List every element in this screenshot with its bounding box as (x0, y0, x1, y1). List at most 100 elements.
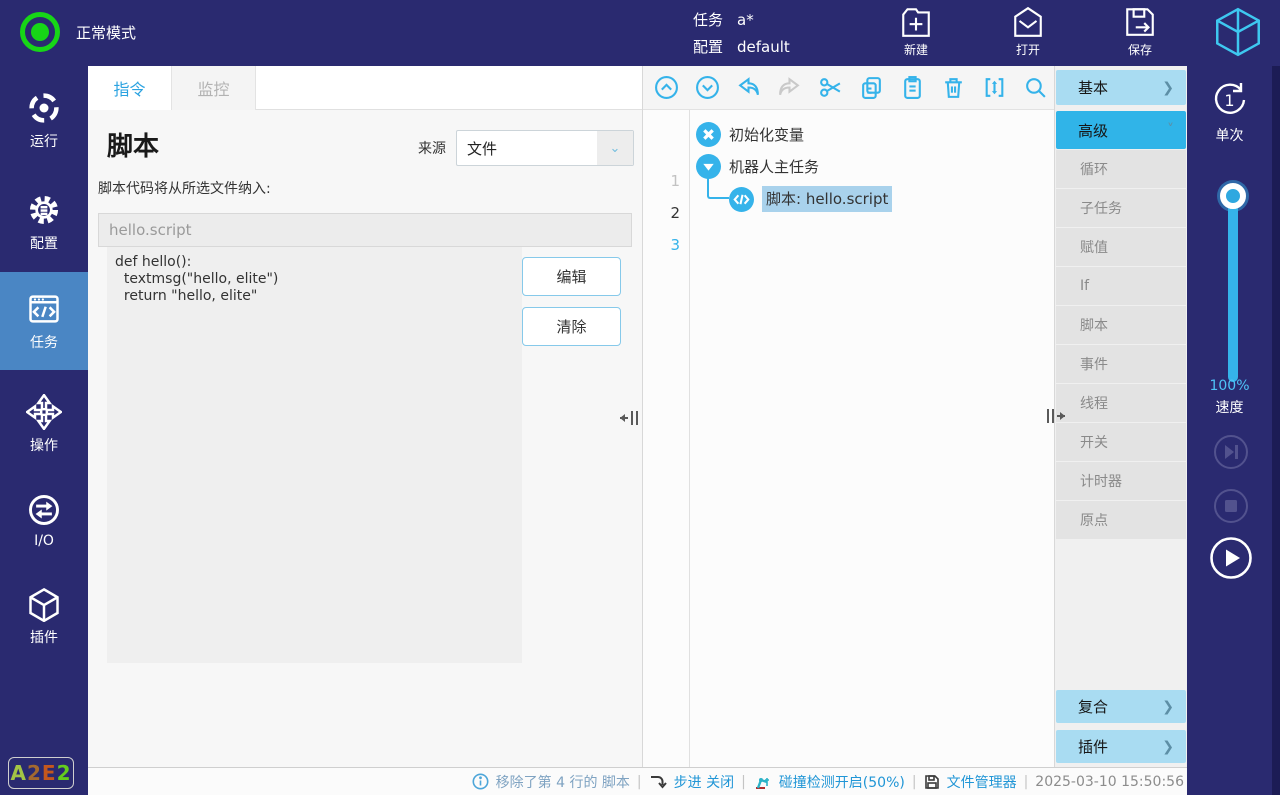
chevron-right-icon: ❯ (1162, 699, 1186, 715)
sidebar-item-io[interactable]: I/O (0, 478, 88, 562)
command-item-thread[interactable]: 线程 (1056, 384, 1186, 422)
edit-button[interactable]: 编辑 (522, 257, 621, 296)
app-root: 正常模式 任务 a* 配置 default 新建 打开 保存 (0, 0, 1280, 795)
command-item-event[interactable]: 事件 (1056, 345, 1186, 383)
badge-char: 2 (57, 761, 72, 785)
cut-button[interactable] (817, 75, 843, 101)
tree-node-label: 初始化变量 (729, 124, 804, 145)
speed-label: 速度 (1187, 397, 1272, 417)
tree-node-label: 机器人主任务 (729, 156, 819, 177)
code-line: textmsg("hello, elite") (115, 271, 514, 288)
sidebar-item-task[interactable]: 任务 (0, 272, 88, 370)
step-mode-status[interactable]: 步进 关闭 (674, 772, 734, 792)
task-code-window-icon (26, 291, 62, 327)
source-select[interactable]: 文件 ⌄ (456, 130, 634, 166)
stop-icon (1213, 488, 1249, 524)
chevron-down-icon: ˅ (1167, 122, 1186, 138)
divider: | (912, 774, 917, 790)
redo-icon (777, 75, 802, 100)
skip-next-icon (1213, 434, 1249, 470)
stop-button[interactable] (1213, 488, 1249, 524)
run-control-panel: 1 单次 100% 速度 (1187, 66, 1280, 795)
clear-button[interactable]: 清除 (522, 307, 621, 346)
new-task-button[interactable]: 新建 (880, 5, 952, 58)
collapse-left-panel-handle[interactable] (619, 408, 641, 428)
sidebar-item-run[interactable]: 运行 (0, 78, 88, 162)
info-icon (472, 773, 489, 790)
save-task-button[interactable]: 保存 (1104, 5, 1176, 58)
delete-button[interactable] (940, 75, 966, 101)
page-title: 脚本 (107, 126, 159, 163)
collapse-right-panel-handle[interactable] (1044, 406, 1066, 426)
task-value: a* (737, 11, 754, 29)
copy-button[interactable] (858, 75, 884, 101)
search-button[interactable] (1022, 75, 1048, 101)
collision-detect-status[interactable]: 碰撞检测开启(50%) (779, 772, 905, 792)
sidebar-item-plugin[interactable]: 插件 (0, 574, 88, 658)
group-composite[interactable]: 复合 ❯ (1056, 690, 1186, 723)
datetime-display: 2025-03-10 15:50:56 (1035, 774, 1184, 790)
status-bar: 移除了第 4 行的 脚本 | 步进 关闭 | 碰撞检测开启(50%) | 文件管… (88, 767, 1187, 795)
speed-percent: 100% (1187, 378, 1272, 394)
group-plugin[interactable]: 插件 ❯ (1056, 730, 1186, 763)
paste-button[interactable] (899, 75, 925, 101)
io-arrows-icon (26, 492, 62, 528)
panel-edge-strip (1272, 66, 1280, 795)
sidebar-item-operate[interactable]: 操作 (0, 382, 88, 466)
tree-node-label-selected: 脚本: hello.script (762, 186, 892, 212)
tree-connector-line (707, 171, 729, 199)
sidebar-item-label: 配置 (30, 233, 58, 253)
single-run-toggle[interactable]: 1 单次 (1187, 78, 1272, 145)
open-task-button[interactable]: 打开 (992, 5, 1064, 58)
command-item-assign[interactable]: 赋值 (1056, 228, 1186, 266)
command-item-loop[interactable]: 循环 (1056, 150, 1186, 188)
trash-icon (941, 75, 966, 100)
variable-init-icon (696, 122, 721, 147)
collapse-expand-button[interactable] (981, 75, 1007, 101)
new-task-label: 新建 (904, 41, 928, 58)
scissors-icon (818, 75, 843, 100)
speed-slider[interactable] (1228, 186, 1238, 382)
redo-button[interactable] (776, 75, 802, 101)
command-item-timer[interactable]: 计时器 (1056, 462, 1186, 500)
single-run-label: 单次 (1216, 125, 1244, 145)
command-panel: 基本 ❯ 高级 ˅ 循环 子任务 赋值 If 脚本 事件 线程 开关 计时器 原… (1055, 66, 1187, 767)
tree-node-script[interactable]: 脚本: hello.script (729, 186, 892, 212)
command-item-script[interactable]: 脚本 (1056, 306, 1186, 344)
group-basic[interactable]: 基本 ❯ (1056, 70, 1186, 105)
sidebar-item-label: I/O (34, 533, 54, 549)
top-bar: 正常模式 任务 a* 配置 default 新建 打开 保存 (0, 0, 1280, 66)
task-info: 任务 a* 配置 default (693, 6, 790, 60)
undo-button[interactable] (735, 75, 761, 101)
group-advanced[interactable]: 高级 ˅ (1056, 111, 1186, 149)
speed-slider-thumb[interactable] (1220, 183, 1246, 209)
tree-node-init-variables[interactable]: 初始化变量 (696, 122, 804, 147)
tab-monitor[interactable]: 监控 (172, 66, 256, 110)
config-label: 配置 (693, 36, 723, 57)
mode-label: 正常模式 (76, 22, 136, 43)
move-up-button[interactable] (653, 75, 679, 101)
status-green-light-icon (20, 12, 60, 52)
left-nav-sidebar: 运行 配置 任务 操作 I/O 插件 A 2 E 2 (0, 66, 88, 795)
badge-char: A (11, 761, 27, 785)
sidebar-item-config[interactable]: 配置 (0, 180, 88, 264)
command-item-if[interactable]: If (1056, 267, 1186, 305)
script-file-field[interactable]: hello.script (98, 213, 632, 247)
sidebar-item-label: 运行 (30, 131, 58, 151)
file-manager-link[interactable]: 文件管理器 (947, 772, 1017, 792)
command-item-home[interactable]: 原点 (1056, 501, 1186, 539)
command-item-subtask[interactable]: 子任务 (1056, 189, 1186, 227)
instruction-panel: 指令 监控 脚本 来源 文件 ⌄ 脚本代码将从所选文件纳入: hello.scr… (88, 66, 643, 767)
command-item-switch[interactable]: 开关 (1056, 423, 1186, 461)
tree-toolbar (643, 66, 1054, 110)
script-description: 脚本代码将从所选文件纳入: (98, 178, 271, 198)
status-message: 移除了第 4 行的 脚本 (496, 772, 630, 792)
move-down-button[interactable] (694, 75, 720, 101)
step-next-button[interactable] (1213, 434, 1249, 470)
play-button[interactable] (1209, 536, 1253, 580)
chevron-right-icon: ❯ (1162, 739, 1186, 755)
tab-instruction[interactable]: 指令 (88, 66, 172, 110)
group-label: 插件 (1056, 736, 1162, 757)
group-label: 基本 (1056, 77, 1162, 98)
new-folder-icon (899, 5, 933, 39)
